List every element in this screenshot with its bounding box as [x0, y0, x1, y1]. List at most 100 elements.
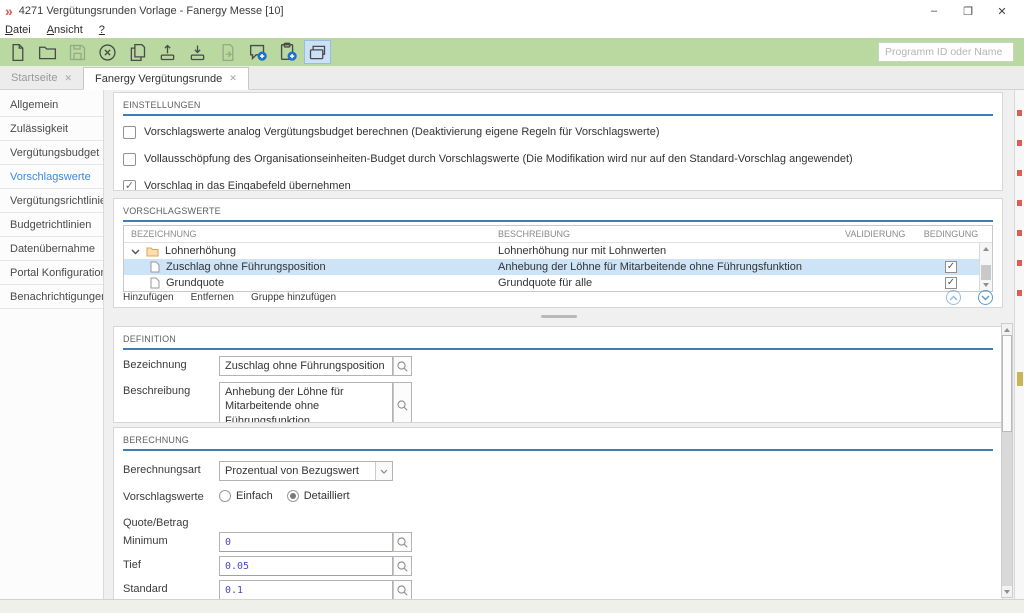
bedingung-checkbox[interactable]: ✓ — [945, 261, 957, 273]
menu-bar: Datei Ansicht ? — [0, 22, 1024, 38]
bezeichnung-input[interactable] — [219, 356, 393, 376]
scrollbar-thumb[interactable] — [1002, 335, 1012, 432]
error-marker — [1017, 140, 1022, 146]
panel-einstellungen: EINSTELLUNGEN Vorschlagswerte analog Ver… — [113, 92, 1003, 191]
add-clipboard-button[interactable] — [274, 40, 301, 64]
entfernen-link[interactable]: Entfernen — [191, 292, 234, 303]
tab-close-icon[interactable]: ✕ — [229, 73, 237, 84]
scrollbar-thumb[interactable] — [981, 265, 991, 280]
scroll-down-button[interactable] — [1002, 586, 1012, 597]
lookup-button[interactable] — [393, 556, 412, 576]
hinzufuegen-link[interactable]: Hinzufügen — [123, 292, 174, 303]
column-validierung[interactable]: VALIDIERUNG — [845, 229, 923, 239]
menu-help[interactable]: ? — [99, 24, 105, 36]
sidebar-item-benachrichtigungen[interactable]: Benachrichtigungen — [0, 285, 103, 309]
magnifier-icon — [396, 360, 409, 373]
scroll-down-icon[interactable] — [983, 283, 989, 287]
section-title: EINSTELLUNGEN — [114, 93, 1002, 114]
field-row-vorschlagswerte: Vorschlagswerte Einfach Detailliert — [123, 489, 1002, 502]
beschreibung-textarea[interactable]: Anhebung der Löhne für Mitarbeitende ohn… — [219, 382, 393, 423]
berechnungsart-select[interactable]: Prozentual von Bezugswert — [219, 461, 393, 481]
upload-button[interactable] — [154, 40, 181, 64]
scroll-up-icon[interactable] — [983, 247, 989, 251]
column-bezeichnung[interactable]: BEZEICHNUNG — [124, 229, 494, 239]
radio-selected-icon[interactable] — [287, 490, 299, 502]
lookup-button[interactable] — [393, 356, 412, 376]
scroll-up-button[interactable] — [1002, 324, 1012, 335]
tab-fanergy-verguetungsrunde[interactable]: Fanergy Vergütungsrunde ✕ — [83, 67, 249, 90]
error-marker — [1017, 230, 1022, 236]
window-controls: – ❐ ✕ — [917, 1, 1019, 21]
table-row[interactable]: Grundquote Grundquote für alle ✓ — [124, 275, 992, 291]
menu-datei[interactable]: Datei — [5, 24, 31, 36]
column-bedingung[interactable]: BEDINGUNG — [923, 229, 979, 239]
expand-chevron-icon[interactable] — [131, 247, 140, 256]
move-up-button[interactable] — [946, 290, 961, 305]
sidebar-item-verguetungsbudget[interactable]: Vergütungsbudget — [0, 141, 103, 165]
checkbox-vollausschoepfung[interactable] — [123, 153, 136, 166]
standard-input[interactable] — [219, 580, 393, 599]
maximize-button[interactable]: ❐ — [951, 1, 985, 21]
vertical-scrollbar[interactable] — [1001, 323, 1013, 598]
gruppe-hinzufuegen-link[interactable]: Gruppe hinzufügen — [251, 292, 336, 303]
scroll-up-icon — [1004, 328, 1010, 332]
content-area: Allgemein Zulässigkeit Vergütungsbudget … — [0, 90, 1024, 599]
add-comment-button[interactable] — [244, 40, 271, 64]
checkbox-analog-budget[interactable] — [123, 126, 136, 139]
field-row-bezeichnung: Bezeichnung — [123, 356, 1002, 376]
lookup-button[interactable] — [393, 580, 412, 599]
sidebar-item-vorschlagswerte[interactable]: Vorschlagswerte — [0, 165, 103, 189]
checkbox-vorschlag-uebernehmen[interactable]: ✓ — [123, 180, 136, 192]
window-title: 4271 Vergütungsrunden Vorlage - Fanergy … — [19, 5, 284, 17]
download-button[interactable] — [184, 40, 211, 64]
section-title: DEFINITION — [114, 327, 1002, 348]
table-scrollbar[interactable] — [979, 243, 992, 291]
minimize-button[interactable]: – — [917, 1, 951, 21]
cancel-button[interactable] — [94, 40, 121, 64]
sidebar-item-datenuebernahme[interactable]: Datenübernahme — [0, 237, 103, 261]
panel-definition: DEFINITION Bezeichnung Beschreibung Anhe… — [113, 326, 1003, 423]
section-title: VORSCHLAGSWERTE — [114, 199, 1002, 220]
panel-splitter[interactable] — [104, 309, 1013, 323]
window-stack-button[interactable] — [304, 40, 331, 64]
warning-marker — [1017, 372, 1023, 386]
search-input[interactable] — [878, 42, 1014, 62]
radio-einfach[interactable]: Einfach — [219, 490, 273, 502]
close-button[interactable]: ✕ — [985, 1, 1019, 21]
vorschlagswerte-radio-group: Einfach Detailliert — [219, 490, 350, 502]
lookup-button[interactable] — [393, 382, 412, 423]
copy-icon — [127, 42, 148, 63]
new-document-button[interactable] — [4, 40, 31, 64]
menu-ansicht[interactable]: Ansicht — [47, 24, 83, 36]
table-row-selected[interactable]: Zuschlag ohne Führungsposition Anhebung … — [124, 259, 992, 275]
field-label: Vorschlagswerte — [123, 488, 219, 503]
minimum-input[interactable] — [219, 532, 393, 552]
bedingung-checkbox[interactable]: ✓ — [945, 277, 957, 289]
save-button — [64, 40, 91, 64]
copy-button[interactable] — [124, 40, 151, 64]
dropdown-button[interactable] — [375, 462, 392, 480]
open-folder-button[interactable] — [34, 40, 61, 64]
radio-icon[interactable] — [219, 490, 231, 502]
tab-close-icon[interactable]: ✕ — [64, 73, 72, 84]
field-label: Berechnungsart — [123, 461, 219, 476]
splitter-handle-icon[interactable] — [541, 315, 577, 318]
field-label: Tief — [123, 556, 219, 571]
checkbox-row: Vollausschöpfung des Organisationseinhei… — [123, 152, 993, 166]
column-beschreibung[interactable]: BESCHREIBUNG — [494, 229, 845, 239]
tief-input[interactable] — [219, 556, 393, 576]
table-row-group[interactable]: Lohnerhöhung Lohnerhöhung nur mit Lohnwe… — [124, 243, 992, 259]
error-marker — [1017, 170, 1022, 176]
sidebar-item-budgetrichtlinien[interactable]: Budgetrichtlinien — [0, 213, 103, 237]
sidebar-item-portal-konfiguration[interactable]: Portal Konfiguration — [0, 261, 103, 285]
radio-detailliert[interactable]: Detailliert — [287, 490, 350, 502]
lookup-button[interactable] — [393, 532, 412, 552]
sidebar-item-zulaessigkeit[interactable]: Zulässigkeit — [0, 117, 103, 141]
sidebar-item-allgemein[interactable]: Allgemein — [0, 93, 103, 117]
magnifier-icon — [396, 536, 409, 549]
chevron-down-icon — [380, 469, 388, 474]
move-down-button[interactable] — [978, 290, 993, 305]
error-marker — [1017, 290, 1022, 296]
sidebar-item-verguetungsrichtlinien[interactable]: Vergütungsrichtlinien — [0, 189, 103, 213]
tab-startseite[interactable]: Startseite ✕ — [0, 67, 83, 89]
